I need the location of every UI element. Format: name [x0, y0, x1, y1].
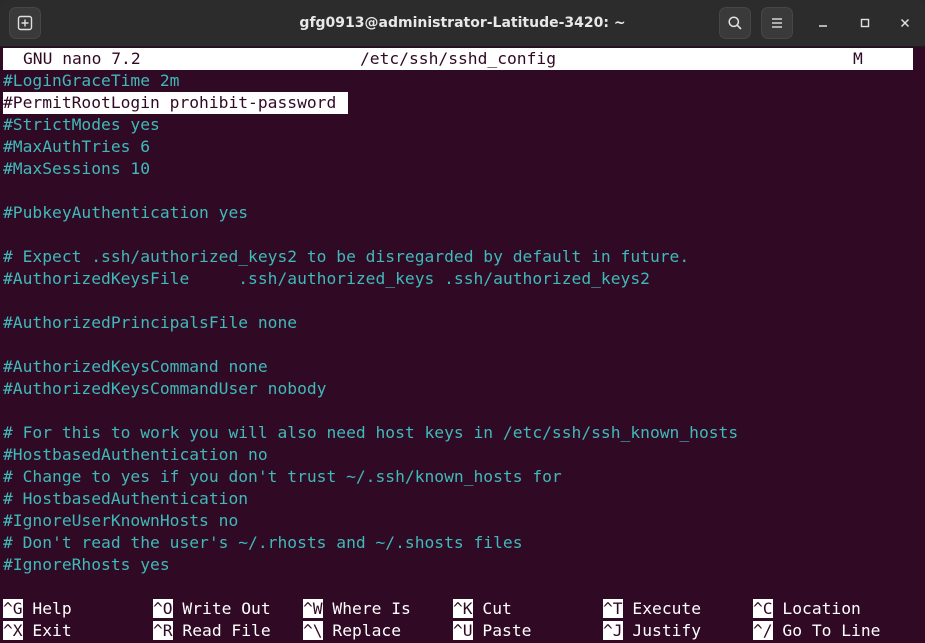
terminal-area[interactable]: /etc/ssh/sshd_config GNU nano 7.2 M #Log…	[0, 47, 925, 643]
shortcut-go-to-line[interactable]: ^/ Go To Line	[753, 620, 880, 642]
shortcut-key: ^O	[153, 599, 173, 618]
nano-modified-flag: M	[853, 49, 863, 68]
close-icon	[900, 18, 910, 28]
close-button[interactable]	[893, 11, 917, 35]
shortcut-paste[interactable]: ^U Paste	[453, 620, 531, 642]
shortcut-help[interactable]: ^G Help	[3, 598, 72, 620]
shortcut-label: Justify	[632, 621, 702, 640]
shortcut-label: Go To Line	[782, 621, 881, 640]
shortcut-read-file[interactable]: ^R Read File	[153, 620, 271, 642]
shortcut-justify[interactable]: ^J Justify	[603, 620, 701, 642]
shortcut-label: Cut	[482, 599, 512, 618]
editor-line-selected[interactable]: #PermitRootLogin prohibit-password	[3, 92, 349, 114]
shortcut-key: ^W	[303, 599, 323, 618]
minimize-button[interactable]	[811, 11, 835, 35]
editor-line[interactable]: # For this to work you will also need ho…	[3, 422, 738, 444]
editor-line[interactable]: #StrictModes yes	[3, 114, 160, 136]
new-tab-button[interactable]	[9, 7, 41, 39]
shortcut-label: Paste	[482, 621, 532, 640]
shortcut-write-out[interactable]: ^O Write Out	[153, 598, 271, 620]
editor-line[interactable]: #MaxSessions 10	[3, 158, 150, 180]
shortcut-key: ^G	[3, 599, 23, 618]
editor-line[interactable]: #LoginGraceTime 2m	[3, 70, 179, 92]
editor-line[interactable]: #AuthorizedKeysCommand none	[3, 356, 268, 378]
editor-line[interactable]: # Change to yes if you don't trust ~/.ss…	[3, 466, 562, 488]
shortcut-exit[interactable]: ^X Exit	[3, 620, 72, 642]
editor-line[interactable]: #PubkeyAuthentication yes	[3, 202, 248, 224]
shortcut-key: ^U	[453, 621, 473, 640]
shortcut-label: Help	[32, 599, 72, 618]
menu-button[interactable]	[761, 7, 793, 39]
hamburger-menu-icon	[772, 18, 782, 28]
shortcut-key: ^K	[453, 599, 473, 618]
editor-line[interactable]: #IgnoreUserKnownHosts no	[3, 510, 238, 532]
terminal-window: gfg0913@administrator-Latitude-3420: ~ /…	[0, 0, 925, 643]
maximize-icon	[860, 18, 870, 28]
shortcut-label: Location	[782, 599, 861, 618]
shortcut-cut[interactable]: ^K Cut	[453, 598, 512, 620]
editor-line[interactable]: #AuthorizedPrincipalsFile none	[3, 312, 297, 334]
new-tab-icon	[17, 15, 33, 31]
maximize-button[interactable]	[853, 11, 877, 35]
shortcut-label: Where Is	[332, 599, 411, 618]
search-button[interactable]	[719, 7, 751, 39]
shortcut-label: Write Out	[182, 599, 271, 618]
shortcut-label: Exit	[32, 621, 72, 640]
editor-line[interactable]: # Don't read the user's ~/.rhosts and ~/…	[3, 532, 523, 554]
shortcut-key: ^/	[753, 621, 773, 640]
search-icon	[728, 16, 742, 30]
shortcut-label: Read File	[182, 621, 271, 640]
editor-line[interactable]: #HostbasedAuthentication no	[3, 444, 268, 466]
shortcut-where-is[interactable]: ^W Where Is	[303, 598, 411, 620]
shortcut-key: ^\	[303, 621, 323, 640]
shortcut-label: Execute	[632, 599, 702, 618]
nano-header-bar: /etc/ssh/sshd_config GNU nano 7.2 M	[3, 48, 913, 70]
nano-version: GNU nano 7.2	[23, 49, 141, 68]
shortcut-label: Replace	[332, 621, 402, 640]
editor-line[interactable]: #AuthorizedKeysCommandUser nobody	[3, 378, 326, 400]
title-bar: gfg0913@administrator-Latitude-3420: ~	[0, 0, 925, 47]
shortcut-replace[interactable]: ^\ Replace	[303, 620, 401, 642]
minimize-icon	[819, 25, 827, 27]
shortcut-execute[interactable]: ^T Execute	[603, 598, 701, 620]
editor-line[interactable]: # HostbasedAuthentication	[3, 488, 248, 510]
shortcut-key: ^C	[753, 599, 773, 618]
editor-line[interactable]: #MaxAuthTries 6	[3, 136, 150, 158]
shortcut-location[interactable]: ^C Location	[753, 598, 861, 620]
shortcut-key: ^X	[3, 621, 23, 640]
shortcut-key: ^T	[603, 599, 623, 618]
editor-line[interactable]: #IgnoreRhosts yes	[3, 554, 170, 576]
shortcut-key: ^R	[153, 621, 173, 640]
shortcut-key: ^J	[603, 621, 623, 640]
editor-line[interactable]: # Expect .ssh/authorized_keys2 to be dis…	[3, 246, 689, 268]
editor-line[interactable]: #AuthorizedKeysFile .ssh/authorized_keys…	[3, 268, 650, 290]
